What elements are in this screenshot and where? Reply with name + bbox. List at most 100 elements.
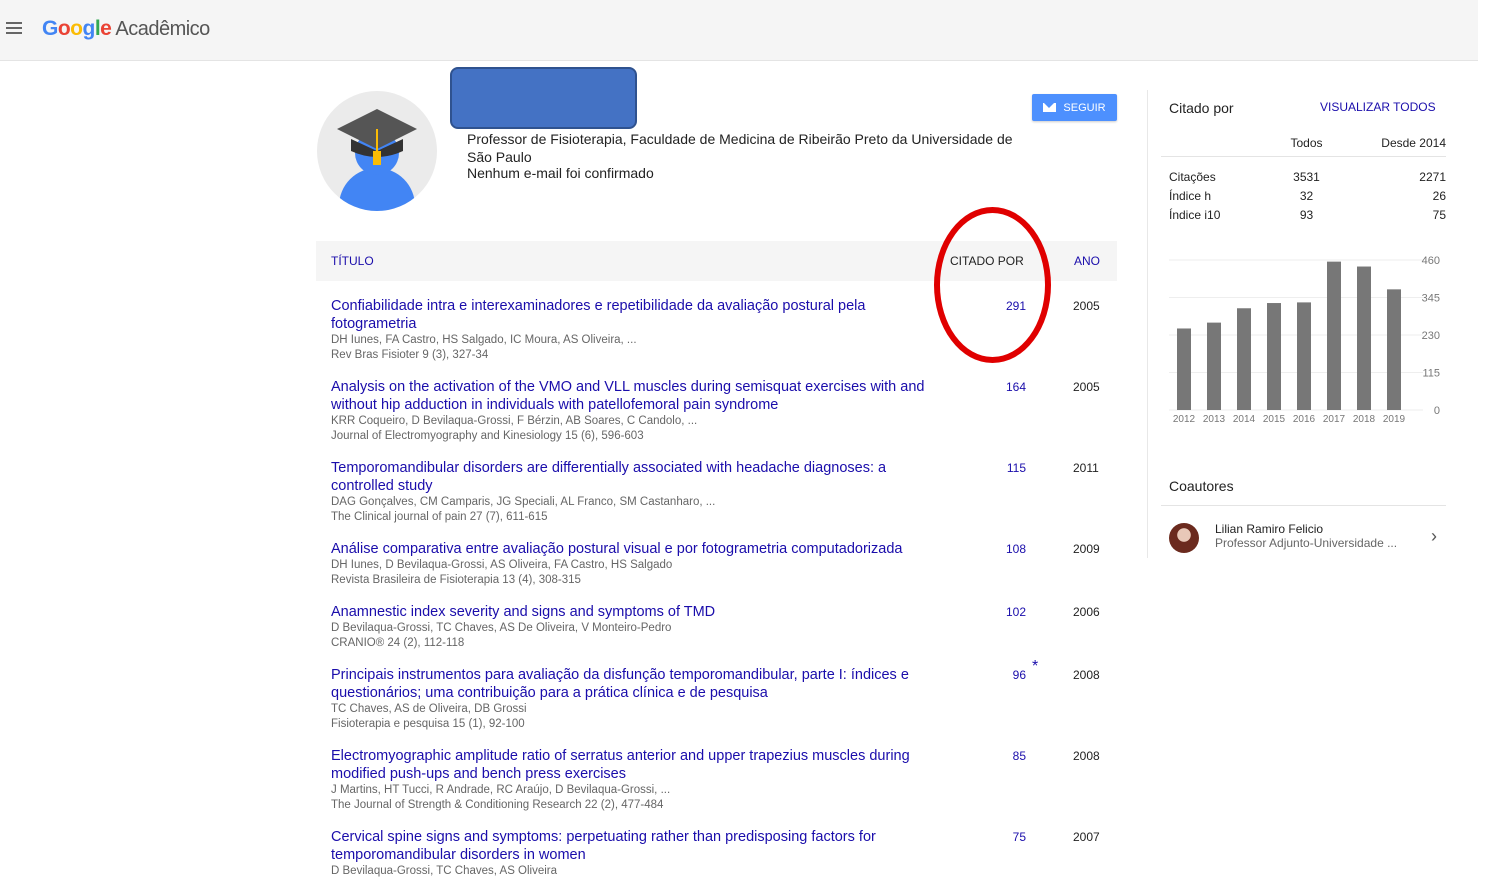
article-title[interactable]: Electromyographic amplitude ratio of ser… <box>331 747 951 783</box>
cited-count[interactable]: 115 <box>986 461 1026 475</box>
sidebar-divider <box>1147 90 1148 558</box>
coauthor-name: Lilian Ramiro Felicio <box>1215 522 1324 536</box>
bar-2018[interactable] <box>1357 266 1371 410</box>
redacted-name-box <box>450 67 637 129</box>
stat-all: 93 <box>1299 207 1314 222</box>
article-year: 2005 <box>1073 380 1100 394</box>
coauthors-heading: Coautores <box>1169 478 1234 494</box>
table-row: Anamnestic index severity and signs and … <box>331 603 1121 651</box>
email-status: Nenhum e-mail foi confirmado <box>467 165 654 181</box>
citations-per-year-chart: 0 115 230 345 460 2012 2013 2014 2015 2016 2017 201… <box>1169 255 1440 425</box>
article-year: 2005 <box>1073 299 1100 313</box>
x-tick-label: 2012 <box>1173 414 1196 425</box>
y-tick-label: 345 <box>1422 293 1440 305</box>
article-title[interactable]: Confiabilidade intra e interexaminadores… <box>331 297 951 333</box>
x-tick-label: 2018 <box>1353 414 1376 425</box>
cited-count[interactable]: 96 <box>986 668 1026 682</box>
sort-by-year[interactable]: ANO <box>1074 254 1100 268</box>
cited-count[interactable]: 85 <box>986 749 1026 763</box>
stat-since: 75 <box>1432 207 1446 222</box>
article-authors: D Bevilaqua-Grossi, TC Chaves, AS De Oli… <box>331 622 672 634</box>
col-all-header: Todos <box>1279 130 1334 157</box>
table-row: Análise comparativa entre avaliação post… <box>331 540 1121 588</box>
table-row: Confiabilidade intra e interexaminadores… <box>331 297 1121 363</box>
article-venue: The Journal of Strength & Conditioning R… <box>331 799 664 811</box>
table-row: Analysis on the activation of the VMO an… <box>331 378 1121 444</box>
menu-icon[interactable] <box>6 22 22 34</box>
follow-label: SEGUIR <box>1063 101 1106 114</box>
stat-label: Citações <box>1169 169 1216 184</box>
cited-count[interactable]: 102 <box>986 605 1026 619</box>
article-year: 2007 <box>1073 830 1100 844</box>
article-authors: J Martins, HT Tucci, R Andrade, RC Araúj… <box>331 784 671 796</box>
article-authors: KRR Coqueiro, D Bevilaqua-Grossi, F Bérz… <box>331 415 698 427</box>
article-title[interactable]: Cervical spine signs and symptoms: perpe… <box>331 828 951 864</box>
stats-header-row: Todos Desde 2014 <box>1161 130 1446 157</box>
merged-citations-star[interactable]: * <box>1032 658 1038 676</box>
follow-button[interactable]: SEGUIR <box>1032 94 1117 121</box>
article-authors: DAG Gonçalves, CM Camparis, JG Speciali,… <box>331 496 716 508</box>
graduate-avatar-icon <box>337 109 417 211</box>
y-tick-label: 115 <box>1422 368 1440 380</box>
col-since-header: Desde 2014 <box>1334 130 1446 157</box>
article-venue: Rev Bras Fisioter 9 (3), 327-34 <box>331 349 489 361</box>
x-tick-label: 2016 <box>1293 414 1316 425</box>
article-year: 2008 <box>1073 668 1100 682</box>
article-year: 2008 <box>1073 749 1100 763</box>
stats-row: Índice h 32 26 <box>1161 186 1446 205</box>
bar-2019[interactable] <box>1387 289 1401 410</box>
affiliation-text: Professor de Fisioterapia, Faculdade de … <box>467 131 1013 165</box>
article-venue: Revista Brasileira de Fisioterapia 13 (4… <box>331 574 581 586</box>
article-title[interactable]: Análise comparativa entre avaliação post… <box>331 540 951 558</box>
y-tick-label: 460 <box>1422 255 1440 267</box>
article-authors: DH Iunes, D Bevilaqua-Grossi, AS Oliveir… <box>331 559 673 571</box>
logo-suffix: Acadêmico <box>115 18 210 40</box>
cited-count[interactable]: 291 <box>986 299 1026 313</box>
article-title[interactable]: Principais instrumentos para avaliação d… <box>331 666 951 702</box>
cited-count[interactable]: 108 <box>986 542 1026 556</box>
stat-label: Índice i10 <box>1169 207 1221 222</box>
stat-since: 26 <box>1432 188 1446 203</box>
cited-count[interactable]: 75 <box>986 830 1026 844</box>
article-authors: TC Chaves, AS de Oliveira, DB Grossi <box>331 703 527 715</box>
x-tick-label: 2015 <box>1263 414 1286 425</box>
coauthor-item[interactable]: Lilian Ramiro Felicio Professor Adjunto-… <box>1169 521 1449 555</box>
cited-count[interactable]: 164 <box>986 380 1026 394</box>
x-tick-label: 2019 <box>1383 414 1406 425</box>
table-row: Principais instrumentos para avaliação d… <box>331 658 1121 732</box>
x-tick-label: 2014 <box>1233 414 1256 425</box>
view-all-link[interactable]: VISUALIZAR TODOS <box>1320 100 1436 114</box>
envelope-icon <box>1043 103 1057 112</box>
google-scholar-logo[interactable]: Google Acadêmico <box>42 17 210 41</box>
article-venue: Journal of Electromyography and Kinesiol… <box>331 430 644 442</box>
bar-2013[interactable] <box>1207 322 1221 410</box>
article-year: 2009 <box>1073 542 1100 556</box>
stats-row: Índice i10 93 75 <box>1161 205 1446 224</box>
article-title[interactable]: Anamnestic index severity and signs and … <box>331 603 951 621</box>
cited-by-heading: Citado por <box>1169 100 1234 116</box>
bar-2015[interactable] <box>1267 303 1281 410</box>
article-authors: DH Iunes, FA Castro, HS Salgado, IC Mour… <box>331 334 637 346</box>
stat-all: 32 <box>1299 188 1314 203</box>
article-year: 2006 <box>1073 605 1100 619</box>
article-title[interactable]: Temporomandibular disorders are differen… <box>331 459 951 495</box>
citation-stats-table: Todos Desde 2014 Citações 3531 2271 Índi… <box>1161 130 1446 224</box>
profile-avatar <box>317 91 437 211</box>
table-row: Temporomandibular disorders are differen… <box>331 459 1121 525</box>
article-venue: CRANIO® 24 (2), 112-118 <box>331 637 465 649</box>
coauthors-divider <box>1161 505 1446 506</box>
article-title[interactable]: Analysis on the activation of the VMO an… <box>331 378 951 414</box>
sort-by-title[interactable]: TÍTULO <box>331 254 374 268</box>
chevron-right-icon[interactable]: › <box>1431 526 1437 547</box>
article-year: 2011 <box>1073 461 1099 475</box>
bar-2017[interactable] <box>1327 261 1341 410</box>
bar-2016[interactable] <box>1297 302 1311 410</box>
bar-2012[interactable] <box>1177 328 1191 410</box>
y-tick-label: 230 <box>1422 330 1440 342</box>
x-tick-label: 2013 <box>1203 414 1226 425</box>
sort-by-cited[interactable]: CITADO POR <box>950 254 1024 268</box>
coauthor-affiliation: Professor Adjunto-Universidade ... <box>1215 536 1398 550</box>
bar-2014[interactable] <box>1237 308 1251 410</box>
y-tick-label: 0 <box>1434 405 1440 417</box>
articles-table-header: TÍTULO CITADO POR ANO <box>316 241 1117 281</box>
